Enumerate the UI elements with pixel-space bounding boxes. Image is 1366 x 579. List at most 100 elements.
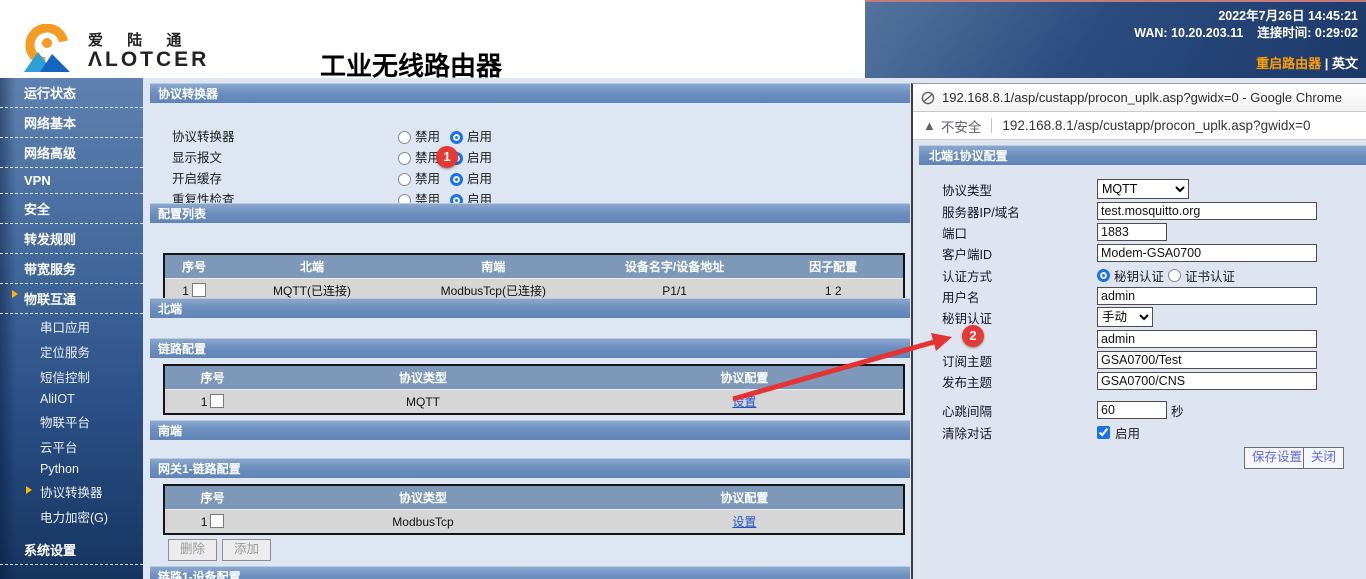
field-label: 清除对话 (942, 423, 1097, 442)
table-row: 1 ModbusTcp 设置 (164, 510, 904, 535)
col-index: 序号 (164, 254, 223, 279)
clean-session-checkbox[interactable] (1097, 426, 1110, 439)
row-checkbox[interactable] (192, 283, 206, 297)
subscribe-topic-input[interactable] (1097, 351, 1317, 369)
server-row: 服务器IP/域名 (942, 202, 1317, 220)
enable-option-label: 启用 (467, 148, 492, 168)
row-index: 1 (201, 515, 208, 529)
cert-auth-option-label: 证书认证 (1185, 266, 1235, 285)
add-button[interactable]: 添加 (222, 539, 271, 561)
reboot-router-link[interactable]: 重启路由器 (1256, 56, 1321, 71)
not-secure-label: 不安全 (941, 116, 982, 136)
save-settings-button[interactable]: 保存设置 (1244, 447, 1310, 469)
sidebar-item-bandwidth[interactable]: 带宽服务 (0, 254, 143, 284)
heartbeat-input[interactable] (1097, 401, 1167, 419)
field-label: 秘钥认证 (942, 308, 1097, 327)
client-id-row: 客户端ID (942, 244, 1317, 262)
field-label: 用户名 (942, 287, 1097, 306)
server-input[interactable] (1097, 202, 1317, 220)
key-auth-radio[interactable] (1097, 269, 1110, 282)
table-header-row: 序号 北端 南端 设备名字/设备地址 因子配置 (164, 254, 904, 279)
publish-topic-row: 发布主题 (942, 372, 1317, 390)
sidebar-item-running-status[interactable]: 运行状态 (0, 78, 143, 108)
port-input[interactable] (1097, 223, 1167, 241)
sidebar-item-python[interactable]: Python (0, 459, 143, 479)
popup-titlebar[interactable]: 192.168.8.1/asp/custapp/procon_uplk.asp?… (913, 84, 1366, 112)
field-label: 服务器IP/域名 (942, 202, 1097, 221)
cert-auth-radio[interactable] (1168, 269, 1181, 282)
south-settings-link[interactable]: 设置 (732, 515, 756, 529)
not-secure-warning-icon: ▲ (923, 118, 936, 133)
sidebar-item-iot[interactable]: 物联互通 (0, 284, 143, 314)
field-label: 开启缓存 (172, 169, 300, 189)
row-checkbox[interactable] (210, 394, 224, 408)
key-auth-mode-row: 秘钥认证 手动 (942, 308, 1153, 326)
north-settings-link[interactable]: 设置 (732, 395, 756, 409)
sidebar-item-power-encrypt[interactable]: 电力加密(G) (0, 504, 143, 529)
converter-enable-row: 协议转换器 禁用 启用 (172, 127, 502, 147)
wan-ip: WAN: 10.20.203.11 (1134, 26, 1243, 40)
enable-radio[interactable] (450, 173, 463, 186)
alotcer-logo-icon (16, 24, 78, 76)
sidebar-item-iot-platform[interactable]: 物联平台 (0, 409, 143, 434)
sidebar-item-serial-app[interactable]: 串口应用 (0, 314, 143, 339)
sidebar-item-vpn[interactable]: VPN (0, 168, 143, 194)
col-protocol-type: 协议类型 (260, 485, 586, 510)
sidebar-item-label: 协议转换器 (40, 486, 103, 500)
section-bar-config-list: 配置列表 (150, 203, 910, 223)
col-protocol-config: 协议配置 (586, 485, 904, 510)
disable-radio[interactable] (398, 152, 411, 165)
subsection-bar-gateway1-link: 网关1-链路配置 (150, 458, 910, 478)
username-row: 用户名 (942, 287, 1317, 305)
protocol-type-select[interactable]: MQTT (1097, 179, 1189, 199)
popup-url-text: 192.168.8.1/asp/custapp/procon_uplk.asp?… (1002, 118, 1310, 133)
enable-radio[interactable] (450, 131, 463, 144)
south-link-table: 序号 协议类型 协议配置 1 ModbusTcp 设置 (163, 484, 905, 535)
table-header-row: 序号 协议类型 协议配置 (164, 485, 904, 510)
disable-radio[interactable] (398, 131, 411, 144)
sidebar-item-network-basic[interactable]: 网络基本 (0, 108, 143, 138)
row-index-cell: 1 (164, 390, 260, 415)
username-input[interactable] (1097, 287, 1317, 305)
enable-option-label: 启用 (467, 169, 492, 189)
sidebar-item-aliiot[interactable]: AliIOT (0, 389, 143, 409)
popup-address-bar[interactable]: ▲ 不安全 192.168.8.1/asp/custapp/procon_upl… (913, 112, 1366, 140)
subsection-bar-link1-device: 链路1-设备配置 (150, 566, 910, 579)
sidebar-item-network-advanced[interactable]: 网络高级 (0, 138, 143, 168)
field-label: 显示报文 (172, 148, 300, 168)
sidebar-item-system-settings[interactable]: 系统设置 (0, 535, 143, 565)
key-auth-mode-select[interactable]: 手动 (1097, 307, 1153, 327)
language-toggle-link[interactable]: 英文 (1332, 56, 1358, 71)
disable-radio[interactable] (398, 173, 411, 186)
popup-section-bar: 北端1协议配置 (919, 145, 1366, 165)
section-bar-north: 北端 (150, 298, 910, 318)
field-label: 认证方式 (942, 266, 1097, 285)
field-label: 协议转换器 (172, 127, 300, 147)
client-id-input[interactable] (1097, 244, 1317, 262)
publish-topic-input[interactable] (1097, 372, 1317, 390)
step-badge-1: 1 (436, 146, 458, 168)
password-input[interactable] (1097, 330, 1317, 348)
row-index: 1 (182, 284, 189, 298)
sidebar-item-security[interactable]: 安全 (0, 194, 143, 224)
sidebar-item-protocol-converter[interactable]: 协议转换器 (0, 479, 143, 504)
clean-session-option-label: 启用 (1115, 423, 1140, 442)
close-button[interactable]: 关闭 (1303, 447, 1344, 469)
sidebar-item-sms-control[interactable]: 短信控制 (0, 364, 143, 389)
popup-window-title: 192.168.8.1/asp/custapp/procon_uplk.asp?… (942, 90, 1342, 105)
expanded-arrow-icon (12, 290, 18, 298)
col-index: 序号 (164, 365, 260, 390)
sidebar-item-forward-rules[interactable]: 转发规则 (0, 224, 143, 254)
sidebar-item-cloud-platform[interactable]: 云平台 (0, 434, 143, 459)
main-content: 协议转换器 协议转换器 禁用 启用 显示报文 禁用 启用 开启缓存 禁用 启用 (143, 78, 911, 579)
heartbeat-row: 心跳间隔 秒 (942, 401, 1184, 419)
delete-button[interactable]: 删除 (168, 539, 217, 561)
row-checkbox[interactable] (210, 514, 224, 528)
sidebar-item-location[interactable]: 定位服务 (0, 339, 143, 364)
row-index-cell: 1 (164, 510, 260, 535)
header-status-panel: 2022年7月26日 14:45:21 WAN: 10.20.203.11 连接… (865, 0, 1366, 78)
address-divider (991, 118, 992, 133)
protocol-type-cell: MQTT (260, 390, 586, 415)
auth-mode-row: 认证方式 秘钥认证 证书认证 (942, 266, 1245, 284)
active-arrow-icon (26, 486, 32, 494)
